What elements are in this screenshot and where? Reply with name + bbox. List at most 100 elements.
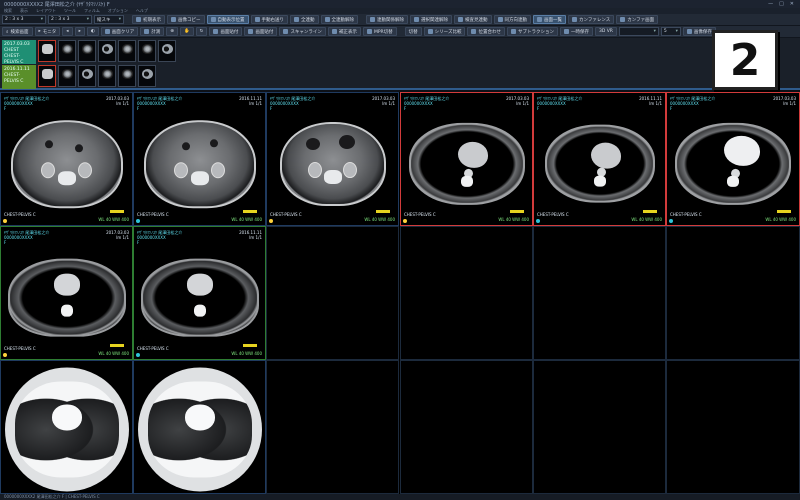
subtraction-button[interactable]: サブトラクション [506,27,558,36]
monitor-icon [620,17,626,22]
temp-save-button[interactable]: 一時保存 [559,27,593,36]
viewport-empty[interactable] [666,360,800,494]
series-compare-button[interactable]: シリーズ比較 [423,27,466,36]
pan-button[interactable]: ✋ [180,27,194,36]
chevron-right-icon: ▸ [78,29,81,34]
search-screen-button[interactable]: ⌕ 検索画面 [2,27,33,36]
study-item-2[interactable]: 2016.11.11 CHEST-PELVIS C [2,65,36,89]
viewport-empty[interactable] [533,226,666,360]
minimize-icon[interactable]: — [768,1,773,7]
series-thumbnail[interactable] [98,40,116,62]
series-desc: CHEST-PELVIS C [137,212,169,217]
viewport-r1c4[interactable]: ﾔｻﾞﾜﾀﾏﾂﾉｽｹ 尾澤田松之介 0000000XXXX F 2017.03.03… [400,92,533,226]
layout-select-1[interactable]: 2 : 3 x 3 ▾ [2,15,46,24]
preset-select[interactable]: ▾ [618,27,659,36]
series-thumbnail[interactable] [138,65,156,87]
viewport-r2c2[interactable]: ﾔｻﾞﾜﾀﾏﾂﾉｽｹ 尾澤田松之介 0000000XXXX F 2016.11.11… [133,226,266,360]
viewport-empty[interactable] [400,226,533,360]
measure-button[interactable]: 計測 [140,27,165,36]
manual-forward-button[interactable]: 手動右送り [250,15,288,24]
rotate-button[interactable]: ↻ [195,27,208,36]
viewport-r2c1[interactable]: ﾔｻﾞﾜﾀﾏﾂﾉｽｹ 尾澤田松之介 0000000XXXX F 2017.03.03… [0,226,133,360]
image-save-button[interactable]: 画像保存 [682,27,716,36]
link-all-button[interactable]: 全連動 [290,15,319,24]
switch-button[interactable]: 切替 [404,27,422,36]
ct-abdomen-image [279,122,386,207]
conference-screen-button[interactable]: カンファ画面 [616,15,659,24]
registration-button[interactable]: 位置合わせ [467,27,505,36]
series-thumbnail[interactable] [58,65,76,87]
maximize-icon[interactable]: □ [779,1,784,7]
secondary-toolbar: ⌕ 検索画面 ▸ モニタ ◂ ▸ ◐ 画面クリア 計測 ⊕ ✋ ↻ 画面貼付 画面貼… [0,26,800,38]
zoom-button[interactable]: ⊕ [166,27,179,36]
arrow-icon [254,17,260,22]
paste-button-2[interactable]: 画面貼付 [244,27,278,36]
screen-list-button[interactable]: 画面一覧 [533,15,566,24]
close-icon[interactable]: ✕ [790,1,794,7]
series-thumbnail[interactable] [118,40,136,62]
clear-icon [104,29,110,34]
viewport-empty[interactable] [266,226,399,360]
vr-button[interactable]: 3D VR [594,27,617,36]
paste-button[interactable]: 画面貼付 [209,27,243,36]
window-level: WL 40 WW 400 [765,217,796,222]
viewport-r3c1[interactable] [0,360,133,494]
screen-clear-button[interactable]: 画面クリア [100,27,139,36]
compare-icon [427,29,433,34]
rotate-icon: ↻ [199,29,204,34]
window-level: WL 40 WW 400 [364,217,395,222]
exam-link-button[interactable]: 検査見連動 [454,15,492,24]
search-icon: ⌕ [6,29,9,35]
layout-select-2[interactable]: 2 : 3 x 3 ▾ [48,15,92,24]
mpr-toggle-button[interactable]: MPR切替 [362,27,397,36]
conference-button[interactable]: カンファレンス [568,15,615,24]
scroll-mode-select[interactable]: 縦スキ ▾ [94,15,124,24]
series-thumbnail[interactable] [98,65,116,87]
image-viewer-grid: ﾔｻﾞﾜﾀﾏﾂﾉｽｹ 尾澤田松之介 0000000XXXX F 2017.03.03… [0,92,800,494]
viewport-empty[interactable] [266,360,399,494]
viewport-r3c2[interactable] [133,360,266,494]
prev-button[interactable]: ◂ [62,27,73,36]
scale-bar [110,210,124,213]
viewport-r1c2[interactable]: ﾔｻﾞﾜﾀﾏﾂﾉｽｹ 尾澤田松之介 0000000XXXX F 2016.11.11… [133,92,266,226]
viewport-empty[interactable] [400,360,533,494]
title-bar: 0000000XXXX2 尾澤田松之介 (ﾔｻﾞﾜﾀﾏﾂﾉｽｹ) F — □ ✕ [0,0,800,8]
ct-abdomen-image [143,120,256,209]
unlink-all-button[interactable]: 全連動解除 [320,15,358,24]
series-thumbnail[interactable] [58,40,76,62]
viewport-empty[interactable] [533,360,666,494]
image-copy-button[interactable]: 画像コピー [167,15,205,24]
viewport-r1c3[interactable]: ﾔｻﾞﾜﾀﾏﾂﾉｽｹ 尾澤田松之介 0000000XXXX F 2017.03.03… [266,92,399,226]
series-thumbnail[interactable] [158,40,176,62]
same-direction-link-button[interactable]: 同方向連動 [493,15,531,24]
series-thumbnail[interactable] [78,65,96,87]
auto-position-button[interactable]: 自動表示位置 [206,15,249,24]
link-icon [458,17,463,22]
series-desc: CHEST-PELVIS C [670,212,702,217]
patient-sex: F [404,106,407,111]
initial-display-button[interactable]: 初期表示 [132,15,165,24]
correction-button[interactable]: 補正表示 [327,27,361,36]
scanline-button[interactable]: スキャンライン [279,27,326,36]
next-button[interactable]: ▸ [74,27,85,36]
series-thumbnail[interactable] [138,40,156,62]
viewport-r1c6[interactable]: ﾔｻﾞﾜﾀﾏﾂﾉｽｹ 尾澤田松之介 0000000XXXX F 2017.03.03… [666,92,800,226]
correction-icon [331,29,337,34]
series-thumbnail[interactable] [78,40,96,62]
window-level: WL 40 WW 400 [231,217,262,222]
series-thumbnail[interactable] [118,65,136,87]
link-relation-clear-button[interactable]: 連動関係解除 [366,15,408,24]
study-item-1[interactable]: 2017.03.03 CHEST CHEST-PELVIS C [2,40,36,65]
viewport-r1c5[interactable]: ﾔｻﾞﾜﾀﾏﾂﾉｽｹ 尾澤田松之介 0000000XXXX F 2016.11.11… [533,92,666,226]
series-thumbnail[interactable] [38,40,56,62]
window-level-button[interactable]: ◐ [86,27,99,36]
viewport-empty[interactable] [666,226,800,360]
reset-icon [136,17,141,22]
series-select[interactable]: 5 ▾ [660,27,681,36]
thumbnail-row-2 [38,65,156,89]
monitor-button[interactable]: ▸ モニタ [34,27,61,36]
series-thumbnail[interactable] [38,65,56,87]
selection-clear-button[interactable]: 選択関連解除 [410,15,452,24]
patient-sex: F [4,240,7,245]
viewport-r1c1[interactable]: ﾔｻﾞﾜﾀﾏﾂﾉｽｹ 尾澤田松之介 0000000XXXX F 2017.03.03… [0,92,133,226]
